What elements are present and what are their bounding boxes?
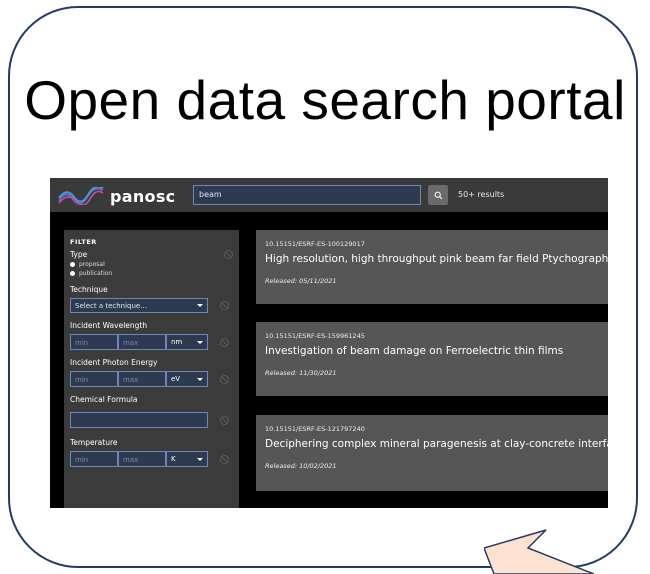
photon-max-input[interactable]: max	[118, 371, 166, 387]
result-title[interactable]: Investigation of beam damage on Ferroele…	[265, 345, 607, 357]
clear-icon[interactable]	[220, 454, 229, 464]
filter-heading: FILTER	[70, 238, 97, 246]
photon-min-input[interactable]: min	[70, 371, 118, 387]
result-released: Released: 10/02/2021	[265, 462, 337, 470]
search-icon	[434, 191, 442, 199]
wavelength-max-input[interactable]: max	[118, 334, 166, 350]
temperature-label: Temperature	[70, 438, 118, 447]
radio-label: proposal	[79, 261, 105, 268]
result-card[interactable]: 10.15151/ESRF-ES-100129017 High resoluti…	[256, 230, 608, 304]
top-bar: panosc beam 50+ results	[50, 178, 608, 212]
logo-text: panosc	[110, 186, 176, 206]
wavelength-unit-select[interactable]: nm	[166, 334, 208, 350]
result-title[interactable]: High resolution, high throughput pink be…	[265, 253, 608, 265]
radio-dot-icon	[70, 271, 75, 276]
filter-panel: FILTER Type proposal publication Techniq…	[64, 230, 239, 508]
technique-select[interactable]: Select a technique...	[70, 298, 208, 313]
portal-screenshot: panosc beam 50+ results FILTER Type prop…	[50, 178, 608, 508]
radio-label: publication	[79, 270, 113, 277]
wavelength-min-input[interactable]: min	[70, 334, 118, 350]
chemical-formula-label: Chemical Formula	[70, 395, 138, 404]
chevron-down-icon	[197, 304, 203, 307]
technique-select-value: Select a technique...	[75, 301, 147, 310]
photon-unit-select[interactable]: eV	[166, 371, 208, 387]
clear-icon[interactable]	[220, 337, 229, 347]
unit-value: nm	[171, 338, 183, 346]
panosc-logo[interactable]: panosc	[58, 185, 175, 207]
radio-proposal[interactable]: proposal	[70, 261, 233, 268]
temperature-unit-select[interactable]: K	[166, 451, 208, 467]
wave-logo-icon	[58, 187, 104, 205]
clear-icon[interactable]	[220, 415, 229, 425]
clear-icon[interactable]	[220, 374, 229, 384]
clear-icon[interactable]	[220, 301, 229, 310]
technique-label: Technique	[70, 285, 108, 294]
radio-publication[interactable]: publication	[70, 270, 233, 277]
result-doi: 10.15151/ESRF-ES-121797240	[265, 425, 365, 433]
result-doi: 10.15151/ESRF-ES-159961245	[265, 332, 365, 340]
chevron-down-icon	[197, 377, 203, 381]
result-released: Released: 11/30/2021	[265, 369, 337, 377]
result-card[interactable]: 10.15151/ESRF-ES-159961245 Investigation…	[256, 322, 608, 396]
result-released: Released: 05/11/2021	[265, 277, 337, 285]
wavelength-label: Incident Wavelength	[70, 321, 148, 330]
unit-value: K	[171, 455, 176, 463]
result-doi: 10.15151/ESRF-ES-100129017	[265, 240, 365, 248]
temperature-max-input[interactable]: max	[118, 451, 166, 467]
unit-value: eV	[171, 375, 181, 383]
slide-title: Open data search portal	[24, 69, 626, 131]
temperature-min-input[interactable]: min	[70, 451, 118, 467]
search-input[interactable]: beam	[193, 185, 421, 205]
photon-energy-label: Incident Photon Energy	[70, 358, 158, 367]
result-title[interactable]: Deciphering complex mineral paragenesis …	[265, 438, 608, 450]
chevron-down-icon	[197, 457, 203, 461]
radio-dot-icon	[70, 262, 75, 267]
search-button[interactable]	[428, 185, 448, 205]
type-label: Type	[70, 250, 88, 259]
clear-icon[interactable]	[224, 250, 233, 259]
chemical-formula-input[interactable]	[70, 412, 208, 428]
results-count: 50+ results	[458, 190, 505, 199]
bubble-tail-arrow	[484, 529, 594, 574]
chevron-down-icon	[197, 340, 203, 344]
result-card[interactable]: 10.15151/ESRF-ES-121797240 Deciphering c…	[256, 415, 608, 491]
